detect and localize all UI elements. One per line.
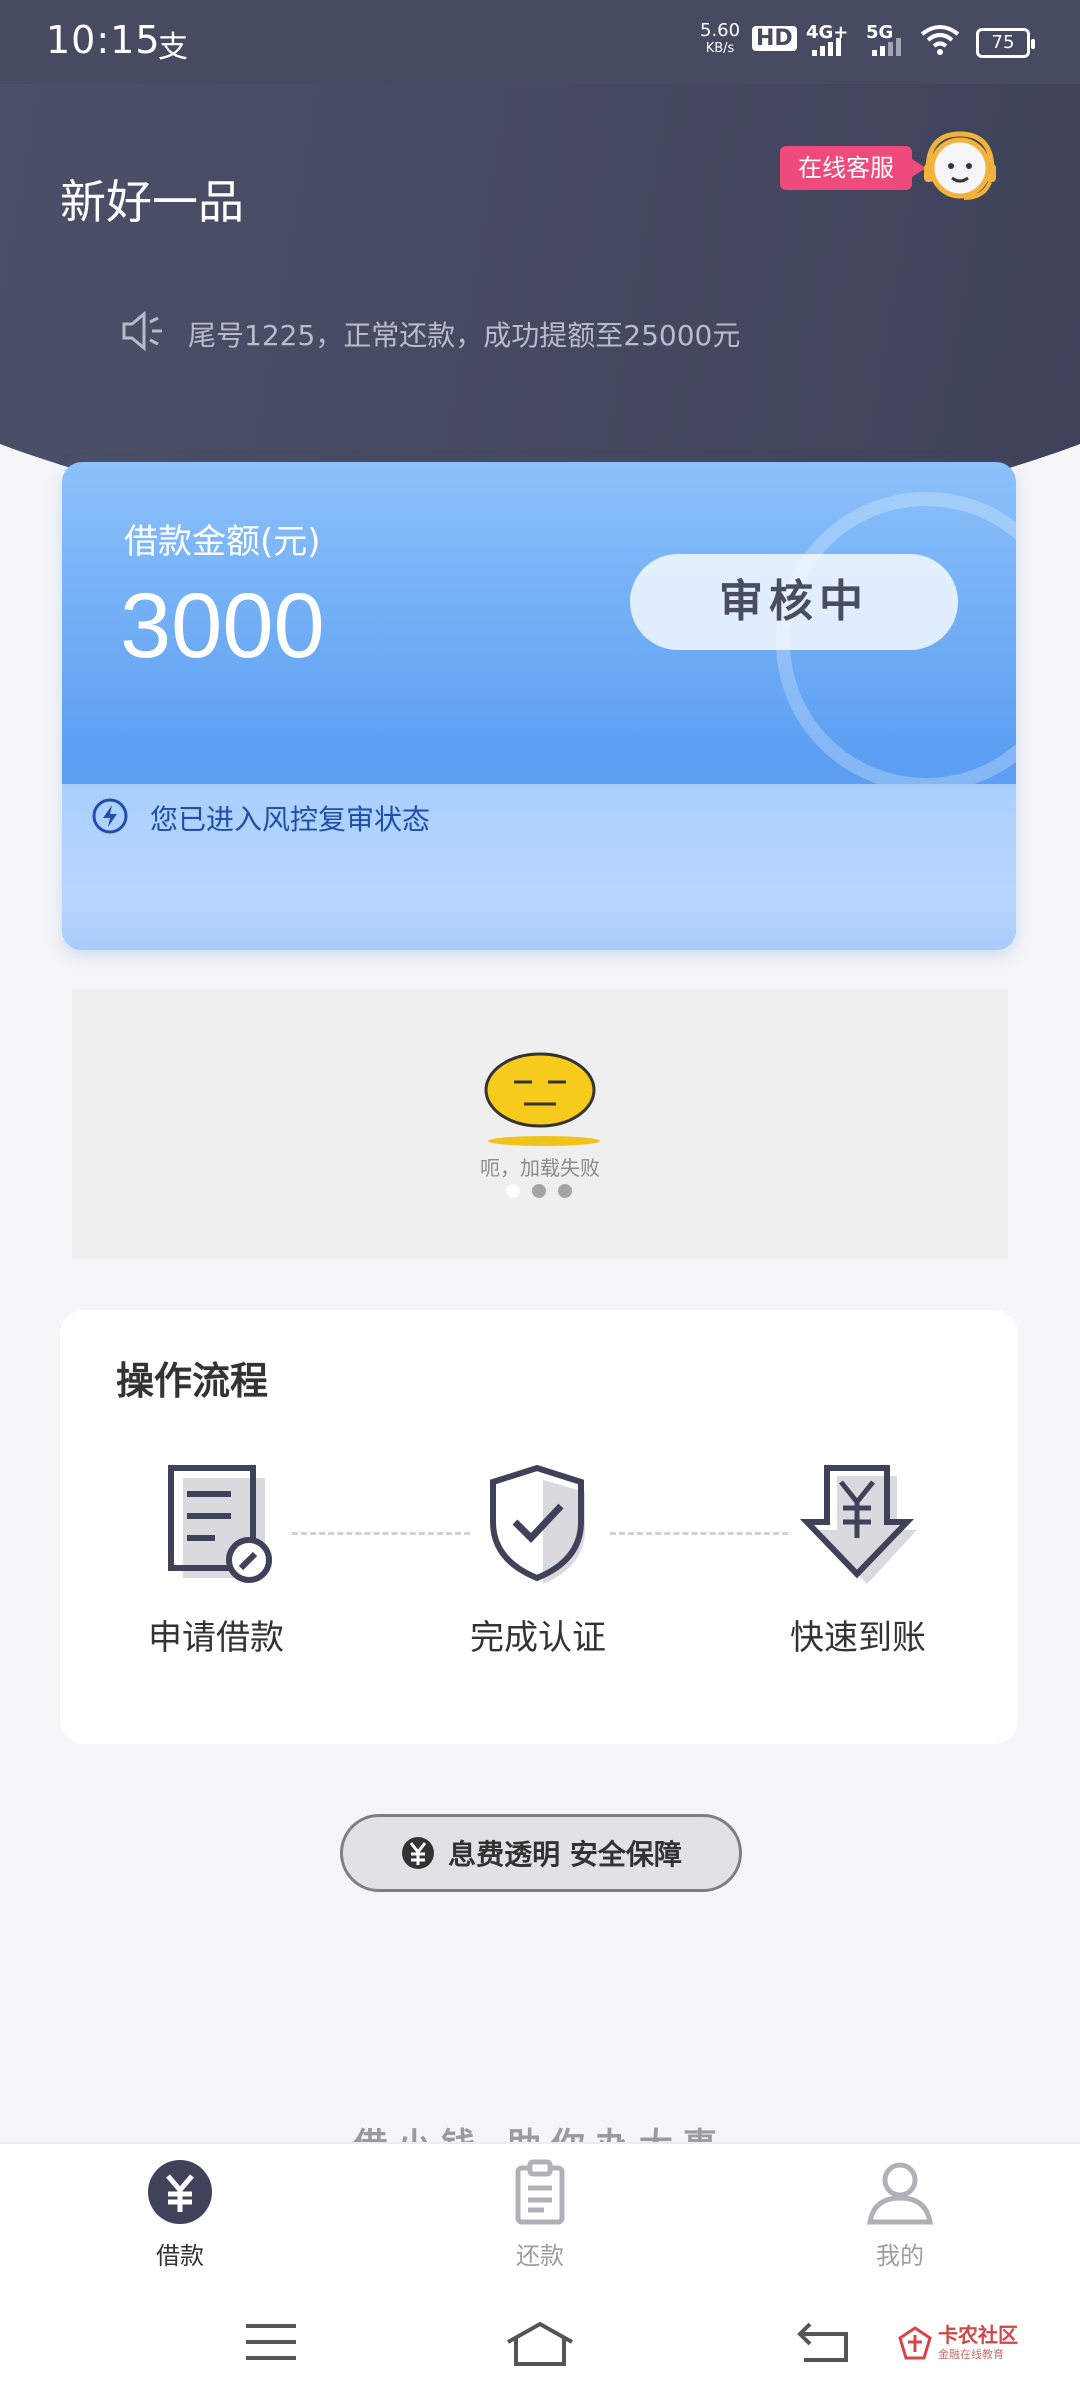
load-failed-text: 呃，加载失败 bbox=[480, 1156, 600, 1180]
load-failed-face-icon bbox=[484, 1052, 596, 1128]
tab-mine[interactable]: 我的 bbox=[800, 2158, 1000, 2271]
alipay-notification-icon: 支 bbox=[158, 30, 188, 65]
step-verify: 完成认证 bbox=[438, 1460, 638, 1659]
review-status-badge[interactable]: 审核中 bbox=[630, 554, 958, 650]
process-title: 操作流程 bbox=[116, 1359, 269, 1403]
yen-icon bbox=[148, 2160, 212, 2224]
bottom-tab-bar: 借款 还款 我的 bbox=[0, 2142, 1080, 2284]
network-speed-value: 5.60 bbox=[700, 20, 741, 41]
step-apply: 申请借款 bbox=[116, 1460, 316, 1659]
slogan: 借小钱 助你办大事 bbox=[0, 2118, 1080, 2142]
step-label: 申请借款 bbox=[148, 1618, 284, 1658]
signal-4g-icon bbox=[812, 38, 841, 56]
assurance-text: 息费透明 安全保障 bbox=[448, 1838, 682, 1871]
back-icon[interactable] bbox=[796, 2320, 850, 2364]
yen-arrow-down-icon bbox=[799, 1465, 917, 1584]
clipboard-icon bbox=[515, 2159, 565, 2225]
watermark-title: 卡农社区 bbox=[938, 2323, 1018, 2347]
signal-5g-icon bbox=[872, 38, 901, 56]
user-icon bbox=[867, 2162, 933, 2225]
tab-label: 借款 bbox=[156, 2242, 204, 2270]
loan-status-card[interactable]: 借款金额(元) 3000 审核中 您已进入风控复审状态 bbox=[62, 462, 1016, 950]
watermark-icon bbox=[898, 2326, 932, 2360]
loan-amount-label: 借款金额(元) bbox=[124, 522, 321, 562]
menu-icon[interactable] bbox=[244, 2320, 298, 2364]
tab-repay[interactable]: 还款 bbox=[440, 2158, 640, 2271]
notice-marquee: 尾号1225，正常还款，成功提额至25000元 bbox=[188, 319, 741, 352]
promo-banner[interactable]: 呃，加载失败 bbox=[72, 990, 1008, 1258]
step-label: 完成认证 bbox=[470, 1618, 606, 1658]
card-footer: 您已进入风控复审状态 bbox=[62, 784, 1016, 950]
network-speed-unit: KB/s bbox=[705, 41, 735, 56]
app-title: 新好一品 bbox=[60, 175, 244, 229]
step-label: 快速到账 bbox=[790, 1618, 926, 1658]
process-card: 操作流程 申请借款 完成认证 快速到账 bbox=[60, 1310, 1018, 1744]
risk-review-text: 您已进入风控复审状态 bbox=[150, 803, 431, 836]
step-payout: 快速到账 bbox=[758, 1460, 958, 1659]
face-shadow bbox=[488, 1136, 600, 1146]
status-bar: 10:15 支 5.60 KB/s HD 4G+ 5G 75 bbox=[0, 0, 1080, 84]
loan-amount-value: 3000 bbox=[120, 575, 325, 677]
tab-label: 我的 bbox=[876, 2242, 924, 2270]
banner-dot[interactable] bbox=[532, 1184, 546, 1198]
document-edit-icon bbox=[168, 1465, 272, 1583]
tab-borrow[interactable]: 借款 bbox=[80, 2158, 280, 2271]
customer-service-icon[interactable] bbox=[918, 126, 1002, 210]
yen-circle-icon bbox=[402, 1837, 435, 1869]
network-speed: 5.60 KB/s bbox=[700, 22, 740, 58]
speaker-icon bbox=[122, 310, 162, 352]
shield-check-icon bbox=[490, 1464, 585, 1584]
banner-dot[interactable] bbox=[558, 1184, 572, 1198]
assurance-badge[interactable]: 息费透明 安全保障 bbox=[340, 1814, 742, 1892]
battery-icon: 75 bbox=[976, 28, 1035, 58]
hd-voice-icon: HD bbox=[752, 26, 797, 51]
status-time: 10:15 bbox=[46, 18, 161, 62]
system-nav-bar: 卡农社区 金融在线教育 bbox=[0, 2284, 1080, 2408]
wifi-icon bbox=[920, 25, 960, 55]
online-service-button[interactable]: 在线客服 bbox=[780, 146, 926, 190]
banner-dot[interactable] bbox=[506, 1184, 520, 1198]
banner-pagination bbox=[506, 1184, 572, 1198]
lightning-circle-icon bbox=[92, 798, 128, 834]
home-icon[interactable] bbox=[504, 2320, 576, 2368]
watermark-logo: 卡农社区 金融在线教育 bbox=[898, 2324, 1018, 2362]
tab-label: 还款 bbox=[516, 2242, 564, 2270]
watermark-subtitle: 金融在线教育 bbox=[938, 2348, 1004, 2361]
